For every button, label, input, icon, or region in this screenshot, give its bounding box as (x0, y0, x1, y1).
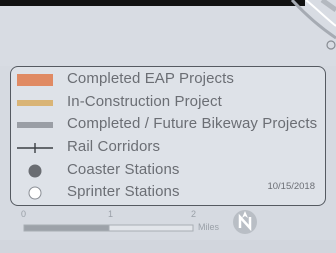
map-frame: Completed EAP Projects In-Construction P… (0, 0, 336, 253)
legend-item: In-Construction Project (11, 92, 325, 114)
legend-date: 10/15/2018 (267, 181, 315, 192)
scale-bar-graphic (23, 224, 194, 232)
completed-eap-swatch-icon (17, 74, 53, 86)
bikeway-line-icon (17, 122, 53, 128)
legend-item: Completed / Future Bikeway Projects (11, 114, 325, 136)
scale-bar: 0 1 2 Miles (20, 209, 225, 239)
legend-item: Coaster Stations (11, 160, 325, 182)
legend-item-label: Coaster Stations (67, 161, 180, 178)
legend-item-label: Completed / Future Bikeway Projects (67, 115, 318, 132)
map-area[interactable] (0, 0, 336, 66)
map-bottom-edge (0, 240, 336, 253)
map-marker (326, 40, 336, 50)
in-construction-line-icon (17, 100, 53, 106)
legend-item: Rail Corridors (11, 137, 325, 159)
sprinter-station-icon (28, 186, 42, 200)
legend-item-label: Rail Corridors (67, 138, 161, 155)
rail-corridor-icon (17, 143, 53, 153)
north-arrow-icon (233, 210, 257, 234)
legend-item-label: Completed EAP Projects (67, 70, 235, 87)
map-road-line (320, 0, 336, 13)
map-features (290, 0, 336, 50)
legend-item-label: In-Construction Project (67, 93, 222, 110)
coaster-station-icon (28, 164, 42, 178)
map-legend: Completed EAP Projects In-Construction P… (10, 66, 326, 206)
scale-unit-label: Miles (198, 222, 220, 232)
legend-item: Completed EAP Projects (11, 69, 325, 91)
legend-item-label: Sprinter Stations (67, 183, 180, 200)
